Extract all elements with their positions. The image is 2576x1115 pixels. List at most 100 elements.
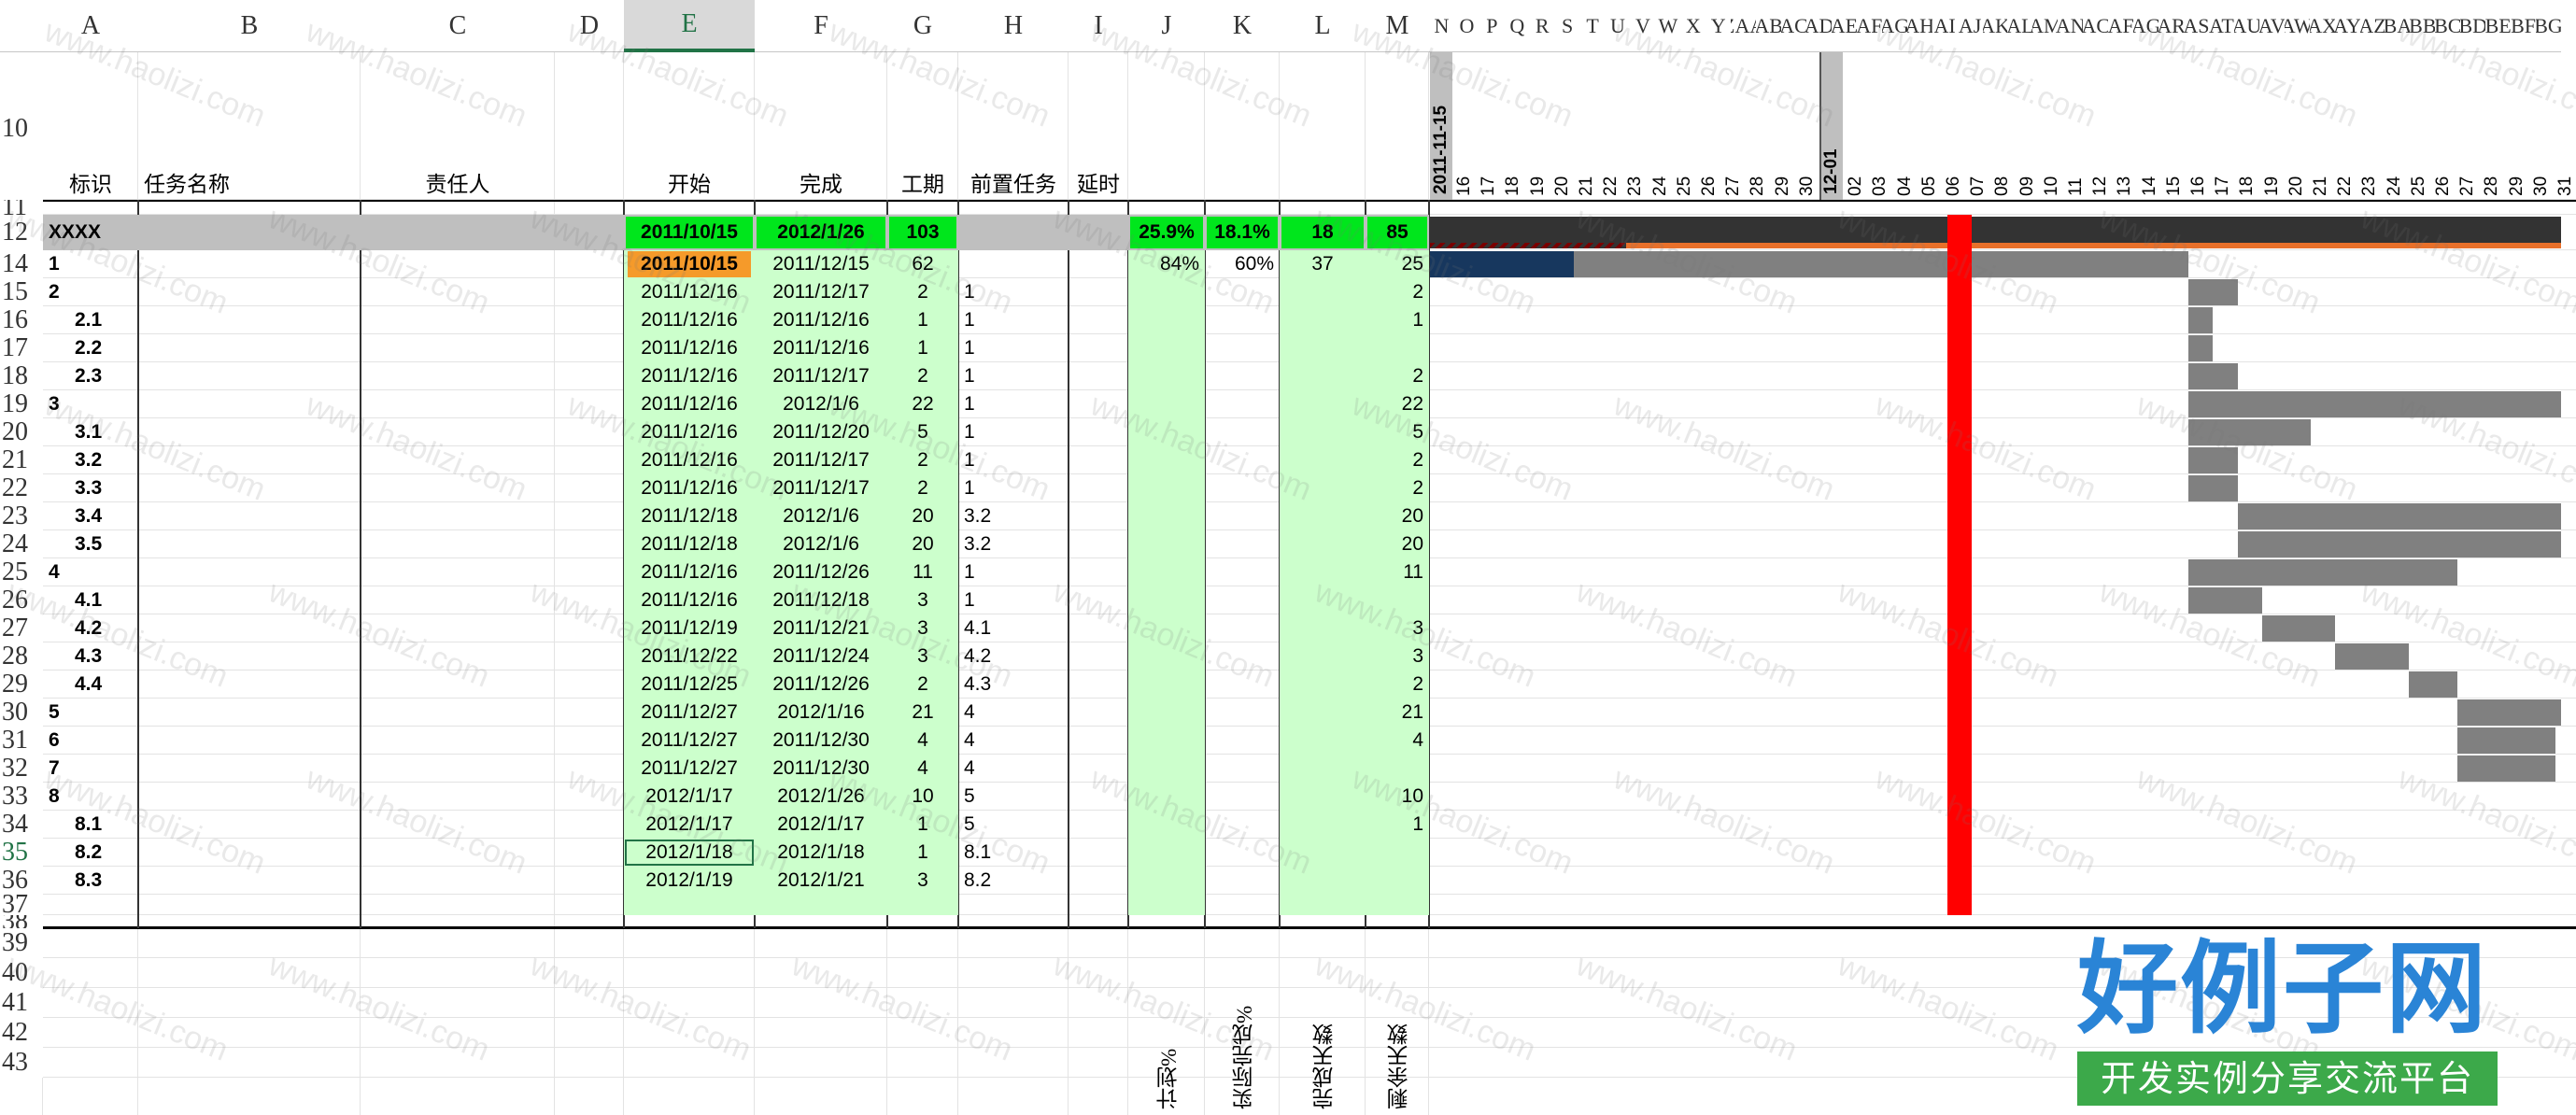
task-duration[interactable]: 3	[887, 614, 958, 642]
column-header-c[interactable]: C	[361, 0, 555, 52]
task-predecessor[interactable]: 1	[958, 334, 1069, 362]
row-header-12[interactable]: 12	[0, 215, 43, 250]
task-remain-days[interactable]	[1366, 867, 1429, 895]
task-remain-days[interactable]: 1	[1366, 811, 1429, 839]
column-header-l[interactable]: L	[1280, 0, 1366, 52]
corner-cell[interactable]	[0, 0, 43, 52]
column-header-ai[interactable]: AI	[1932, 0, 1958, 52]
row-header-33[interactable]: 33	[0, 783, 43, 811]
task-remain-days[interactable]: 5	[1366, 418, 1429, 446]
task-finish[interactable]: 2011/12/26	[755, 558, 887, 586]
task-actual-pct[interactable]: 60%	[1205, 250, 1280, 278]
row-header-23[interactable]: 23	[0, 502, 43, 530]
task-predecessor[interactable]: 1	[958, 306, 1069, 334]
column-header-ag[interactable]: AG	[2133, 0, 2159, 52]
row-header-24[interactable]: 24	[0, 530, 43, 558]
column-header-h[interactable]: H	[958, 0, 1069, 52]
task-finish[interactable]: 2012/1/21	[755, 867, 887, 895]
task-finish[interactable]: 2011/12/18	[755, 586, 887, 614]
task-actual-pct[interactable]	[1205, 642, 1280, 670]
task-predecessor[interactable]: 8.1	[958, 839, 1069, 867]
task-done-days[interactable]	[1280, 306, 1366, 334]
task-done-days[interactable]	[1280, 699, 1366, 727]
column-header-aw[interactable]: AW	[2284, 0, 2310, 52]
column-header-ae[interactable]: AE	[1831, 0, 1857, 52]
column-header-j[interactable]: J	[1128, 0, 1205, 52]
task-actual-pct[interactable]	[1205, 614, 1280, 642]
task-finish[interactable]: 2012/1/6	[755, 530, 887, 558]
task-remain-days[interactable]: 20	[1366, 530, 1429, 558]
column-header-ax[interactable]: AX	[2309, 0, 2335, 52]
task-actual-pct[interactable]	[1205, 811, 1280, 839]
task-done-days[interactable]	[1280, 334, 1366, 362]
task-duration[interactable]: 1	[887, 334, 958, 362]
task-duration[interactable]: 10	[887, 783, 958, 811]
task-actual-pct[interactable]	[1205, 278, 1280, 306]
column-header-x[interactable]: X	[1680, 0, 1706, 52]
row-header-38[interactable]: 38	[0, 915, 43, 928]
task-plan-pct[interactable]	[1128, 334, 1205, 362]
column-header-ac[interactable]: AC	[2083, 0, 2109, 52]
row-header-17[interactable]: 17	[0, 334, 43, 362]
row-header-22[interactable]: 22	[0, 474, 43, 502]
task-actual-pct[interactable]	[1205, 586, 1280, 614]
task-predecessor[interactable]: 4	[958, 699, 1069, 727]
task-start[interactable]: 2011/12/16	[624, 558, 755, 586]
row-header-19[interactable]: 19	[0, 390, 43, 418]
task-done-days[interactable]	[1280, 811, 1366, 839]
row-header-39[interactable]: 39	[0, 928, 43, 958]
row-header-29[interactable]: 29	[0, 670, 43, 699]
task-start[interactable]: 2012/1/18	[624, 839, 755, 867]
task-actual-pct[interactable]	[1205, 755, 1280, 783]
column-header-ag[interactable]: AG	[1881, 0, 1907, 52]
task-actual-pct[interactable]	[1205, 362, 1280, 390]
task-plan-pct[interactable]	[1128, 530, 1205, 558]
task-plan-pct[interactable]	[1128, 446, 1205, 474]
task-done-days[interactable]	[1280, 446, 1366, 474]
task-remain-days[interactable]	[1366, 755, 1429, 783]
column-header-ac[interactable]: AC	[1781, 0, 1806, 52]
row-header-40[interactable]: 40	[0, 958, 43, 988]
row-header-34[interactable]: 34	[0, 811, 43, 839]
column-header-ay[interactable]: AY	[2334, 0, 2360, 52]
row-header-11[interactable]: 11	[0, 200, 43, 215]
task-remain-days[interactable]: 25	[1366, 250, 1429, 278]
column-header-au[interactable]: AU	[2233, 0, 2259, 52]
task-predecessor[interactable]: 3.2	[958, 530, 1069, 558]
column-header-zaa[interactable]: ZAA	[1731, 0, 1757, 52]
row-header-42[interactable]: 42	[0, 1018, 43, 1048]
task-start[interactable]: 2011/12/16	[624, 390, 755, 418]
row-header-20[interactable]: 20	[0, 418, 43, 446]
task-finish[interactable]: 2011/12/24	[755, 642, 887, 670]
task-predecessor[interactable]: 1	[958, 558, 1069, 586]
row-header-36[interactable]: 36	[0, 867, 43, 895]
task-remain-days[interactable]: 4	[1366, 727, 1429, 755]
column-header-ba[interactable]: BA	[2385, 0, 2411, 52]
task-predecessor[interactable]: 5	[958, 811, 1069, 839]
task-duration[interactable]: 1	[887, 811, 958, 839]
task-duration[interactable]: 2	[887, 278, 958, 306]
column-header-am[interactable]: AM	[2032, 0, 2059, 52]
row-header-14[interactable]: 14	[0, 250, 43, 278]
task-done-days[interactable]	[1280, 530, 1366, 558]
column-header-w[interactable]: W	[1655, 0, 1681, 52]
task-start[interactable]: 2011/12/16	[624, 334, 755, 362]
task-actual-pct[interactable]	[1205, 699, 1280, 727]
task-duration[interactable]: 21	[887, 699, 958, 727]
task-predecessor[interactable]: 5	[958, 783, 1069, 811]
column-header-m[interactable]: M	[1366, 0, 1429, 52]
task-done-days[interactable]	[1280, 839, 1366, 867]
task-predecessor[interactable]: 1	[958, 418, 1069, 446]
column-header-b[interactable]: B	[138, 0, 361, 52]
task-finish[interactable]: 2012/1/17	[755, 811, 887, 839]
task-actual-pct[interactable]	[1205, 670, 1280, 699]
task-plan-pct[interactable]	[1128, 362, 1205, 390]
row-header-28[interactable]: 28	[0, 642, 43, 670]
row-header-25[interactable]: 25	[0, 558, 43, 586]
column-header-aj[interactable]: AJ	[1957, 0, 1983, 52]
task-predecessor[interactable]: 1	[958, 446, 1069, 474]
row-header-26[interactable]: 26	[0, 586, 43, 614]
row-header-31[interactable]: 31	[0, 727, 43, 755]
task-finish[interactable]: 2011/12/17	[755, 446, 887, 474]
task-plan-pct[interactable]	[1128, 755, 1205, 783]
